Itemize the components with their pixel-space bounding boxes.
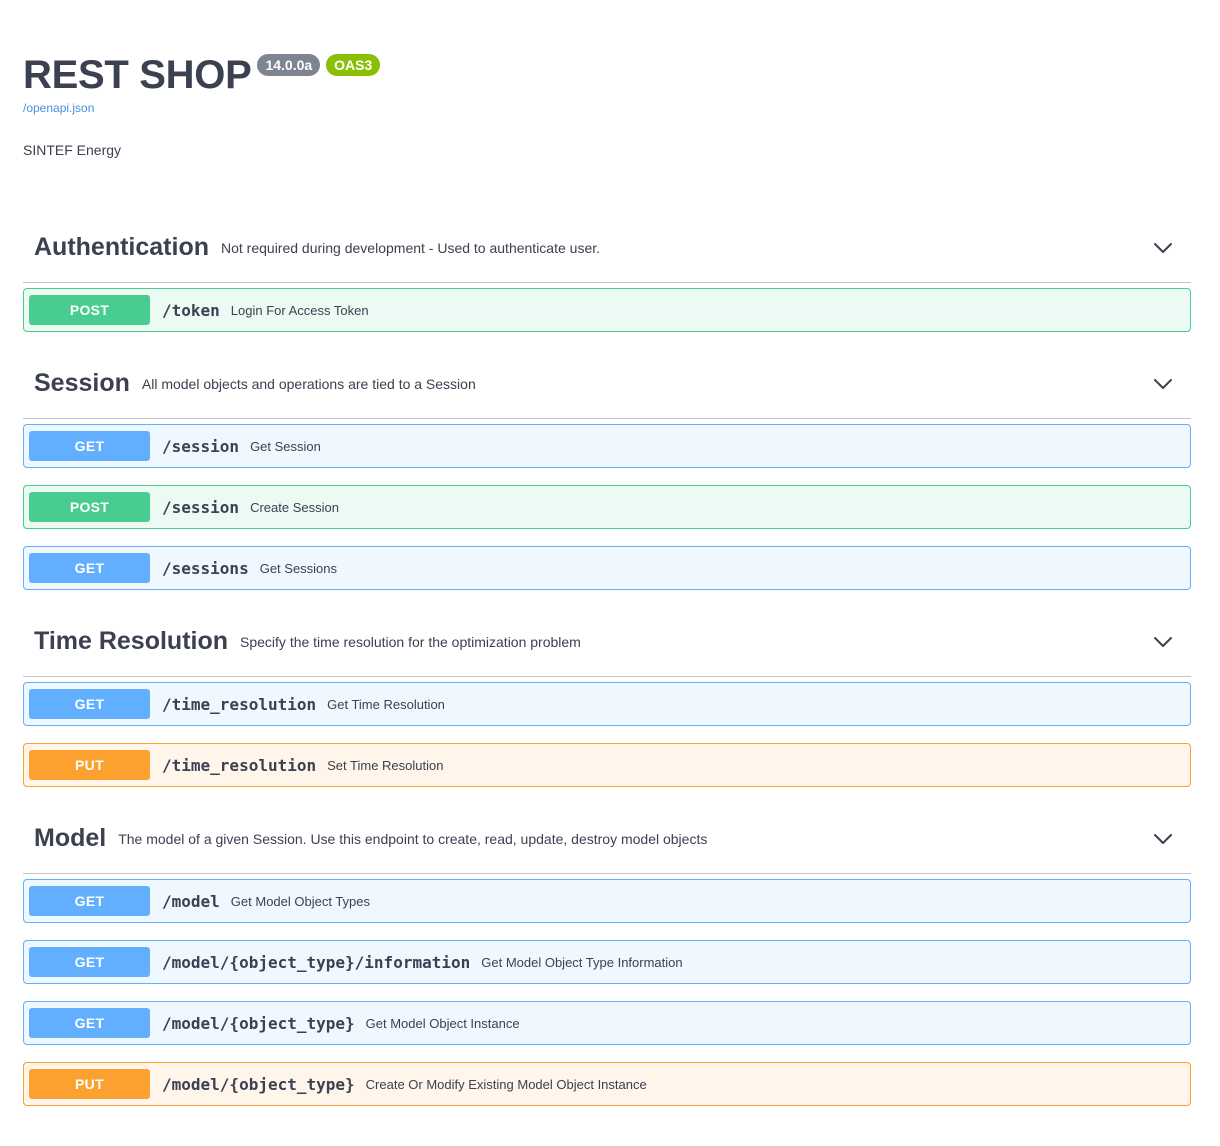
operation-post[interactable]: POST/session Create Session — [23, 485, 1191, 529]
tag-list: Authentication Not required during develo… — [23, 213, 1191, 1106]
method-badge: PUT — [29, 750, 150, 780]
tag-section: Session All model objects and operations … — [23, 349, 1191, 590]
operation-summary: Create Or Modify Existing Model Object I… — [365, 1076, 647, 1092]
tag-header[interactable]: Time Resolution Specify the time resoluti… — [23, 607, 1191, 677]
tag-description: All model objects and operations are tie… — [141, 375, 476, 392]
tag-header[interactable]: Authentication Not required during develo… — [23, 213, 1191, 283]
operation-path: /model — [162, 891, 220, 911]
oas-badge: OAS3 — [326, 54, 381, 76]
tag-section: Authentication Not required during develo… — [23, 213, 1191, 332]
method-badge: POST — [29, 492, 150, 522]
operation-list: GET/time_resolution Get Time Resolution PU… — [23, 677, 1191, 787]
operation-summary: Get Sessions — [259, 560, 338, 576]
chevron-down-icon[interactable] — [1153, 632, 1173, 652]
operation-get[interactable]: GET/model/{object_type}/information Get M… — [23, 940, 1191, 984]
operation-put[interactable]: PUT/time_resolution Set Time Resolution — [23, 743, 1191, 787]
operation-summary: Get Model Object Instance — [365, 1015, 520, 1031]
tag-section: Time Resolution Specify the time resoluti… — [23, 607, 1191, 787]
operation-list: GET/session Get Session POST/session Create… — [23, 419, 1191, 590]
method-badge: GET — [29, 886, 150, 916]
operation-path: /token — [162, 300, 220, 320]
operation-path: /time_resolution — [162, 755, 317, 775]
operation-list: POST/token Login For Access Token — [23, 283, 1191, 332]
badges: 14.0.0a OAS3 — [257, 54, 381, 76]
method-badge: GET — [29, 431, 150, 461]
operation-summary: Get Session — [250, 438, 321, 454]
tag-name: Authentication — [34, 233, 209, 261]
method-badge: PUT — [29, 1069, 150, 1099]
operation-list: GET/model Get Model Object Types GET/model… — [23, 874, 1191, 1106]
operation-path: /session — [162, 436, 240, 456]
operation-summary: Get Time Resolution — [327, 696, 445, 712]
chevron-down-icon[interactable] — [1153, 374, 1173, 394]
method-badge: GET — [29, 947, 150, 977]
operation-path: /model/{object_type} — [162, 1074, 355, 1094]
version-badge: 14.0.0a — [257, 54, 321, 76]
method-badge: GET — [29, 553, 150, 583]
operation-get[interactable]: GET/sessions Get Sessions — [23, 546, 1191, 590]
method-badge: GET — [29, 689, 150, 719]
title-row: REST SHOP 14.0.0a OAS3 — [23, 50, 1191, 100]
operation-path: /time_resolution — [162, 694, 317, 714]
tag-name: Session — [34, 369, 130, 397]
operation-path: /model/{object_type} — [162, 1013, 355, 1033]
operation-get[interactable]: GET/time_resolution Get Time Resolution — [23, 682, 1191, 726]
chevron-down-icon[interactable] — [1153, 238, 1173, 258]
tag-header[interactable]: Model The model of a given Session. Use t… — [23, 804, 1191, 874]
tag-description: Not required during development - Used t… — [221, 239, 601, 256]
tag-description: The model of a given Session. Use this e… — [118, 830, 708, 847]
api-info: REST SHOP 14.0.0a OAS3 /openapi.json SIN… — [23, 0, 1191, 160]
api-description: SINTEF Energy — [23, 142, 122, 158]
chevron-down-icon[interactable] — [1153, 829, 1173, 849]
tag-section: Model The model of a given Session. Use t… — [23, 804, 1191, 1106]
api-title: REST SHOP — [23, 53, 252, 97]
operation-get[interactable]: GET/model Get Model Object Types — [23, 879, 1191, 923]
tag-description: Specify the time resolution for the opti… — [240, 633, 581, 650]
operation-path: /session — [162, 497, 240, 517]
operation-get[interactable]: GET/session Get Session — [23, 424, 1191, 468]
tag-header[interactable]: Session All model objects and operations … — [23, 349, 1191, 419]
openapi-json-link[interactable]: /openapi.json — [23, 100, 1191, 116]
operation-summary: Set Time Resolution — [327, 757, 444, 773]
operation-get[interactable]: GET/model/{object_type} Get Model Object … — [23, 1001, 1191, 1045]
operation-path: /model/{object_type}/information — [162, 952, 471, 972]
tag-name: Model — [34, 824, 107, 852]
method-badge: GET — [29, 1008, 150, 1038]
operation-summary: Login For Access Token — [230, 302, 369, 318]
operation-post[interactable]: POST/token Login For Access Token — [23, 288, 1191, 332]
tag-name: Time Resolution — [34, 627, 229, 655]
operation-summary: Get Model Object Type Information — [481, 954, 683, 970]
swagger-ui: REST SHOP 14.0.0a OAS3 /openapi.json SIN… — [0, 0, 1220, 1146]
operation-summary: Create Session — [250, 499, 339, 515]
operation-summary: Get Model Object Types — [230, 893, 371, 909]
method-badge: POST — [29, 295, 150, 325]
operation-path: /sessions — [162, 558, 249, 578]
operation-put[interactable]: PUT/model/{object_type} Create Or Modify … — [23, 1062, 1191, 1106]
